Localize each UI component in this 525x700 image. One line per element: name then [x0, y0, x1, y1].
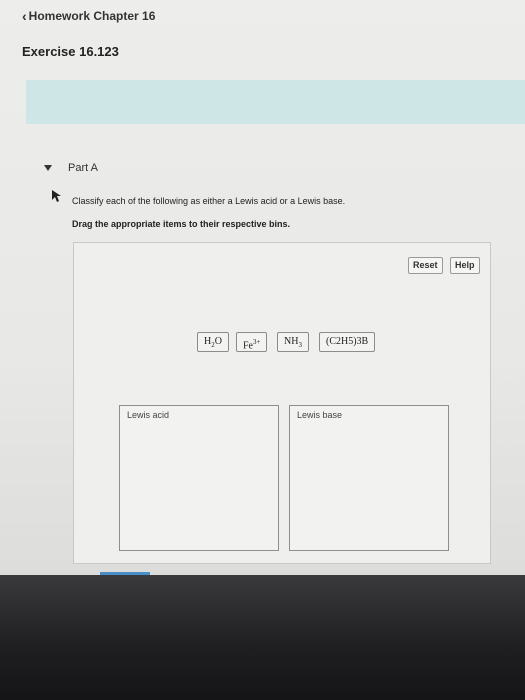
part-label: Part A	[68, 162, 98, 174]
item-nh3[interactable]: NH3	[277, 332, 309, 352]
item-c2h5-3b-label: (C2H5)3B	[326, 336, 369, 347]
bin-lewis-base-label: Lewis base	[297, 410, 343, 420]
bin-lewis-acid-label: Lewis acid	[127, 410, 170, 420]
chevron-left-icon: ‹	[22, 8, 27, 24]
question-instruction: Classify each of the following as either…	[72, 196, 346, 206]
drag-instruction: Drag the appropriate items to their resp…	[72, 219, 291, 229]
bin-lewis-acid[interactable]: Lewis acid	[119, 405, 279, 551]
monitor-bezel	[0, 575, 525, 700]
drag-drop-workspace: Reset Help H2O Fe3+ NH3 (C2H5)3B Lewis a…	[73, 242, 491, 564]
item-fe3[interactable]: Fe3+	[236, 332, 268, 352]
info-banner	[26, 80, 525, 124]
back-link-label: Homework Chapter 16	[28, 9, 156, 23]
back-link[interactable]: ‹ Homework Chapter 16	[22, 8, 155, 24]
exercise-title: Exercise 16.123	[22, 44, 119, 59]
item-fe3-main: Fe	[243, 340, 253, 352]
reset-button[interactable]: Reset	[408, 257, 443, 274]
item-fe3-sup: 3+	[253, 338, 261, 346]
screen: ‹ Homework Chapter 16 Exercise 16.123 Pa…	[0, 0, 525, 590]
item-h2o[interactable]: H2O	[197, 332, 229, 352]
mouse-pointer-icon	[52, 190, 61, 202]
item-nh3-sub: 3	[298, 341, 302, 349]
item-c2h5-3b[interactable]: (C2H5)3B	[319, 332, 376, 352]
part-a-toggle[interactable]: Part A	[44, 162, 98, 174]
bin-lewis-base[interactable]: Lewis base	[289, 405, 449, 551]
caret-down-icon	[44, 165, 52, 171]
help-button[interactable]: Help	[450, 257, 480, 274]
item-h2o-tail: O	[214, 336, 222, 347]
item-nh3-main: NH	[284, 336, 299, 347]
